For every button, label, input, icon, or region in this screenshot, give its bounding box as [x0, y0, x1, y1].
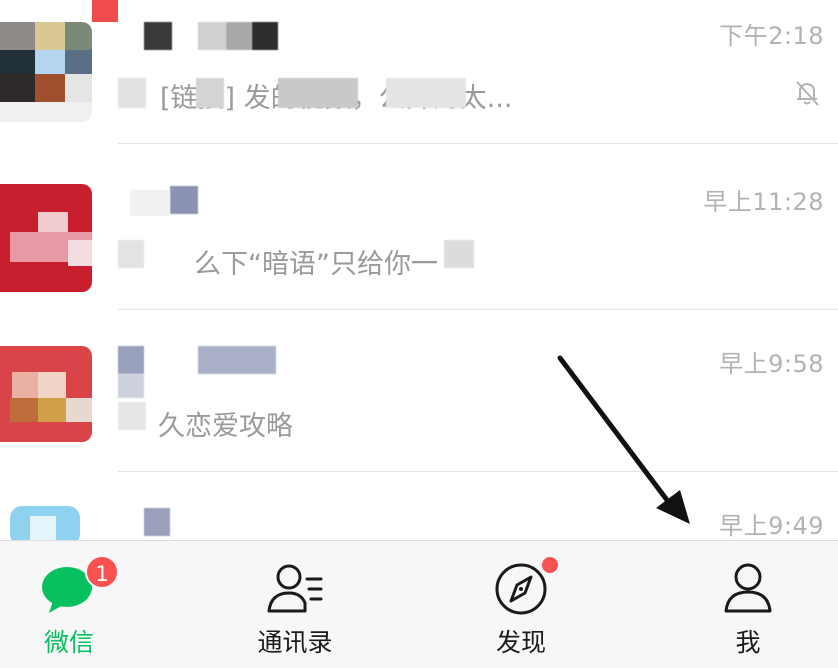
tab-me[interactable]: 我	[668, 541, 828, 668]
avatar	[0, 346, 92, 442]
redacted-block	[386, 78, 466, 108]
chat-row[interactable]: 早上9:49	[0, 472, 838, 540]
message-preview: 么下“暗语”只给你一	[194, 249, 438, 280]
avatar	[0, 22, 92, 122]
redacted-block	[118, 78, 146, 108]
message-time: 早上9:49	[719, 512, 824, 540]
divider	[118, 143, 838, 144]
chat-row[interactable]: 早上11:28 么下“暗语”只给你一	[0, 148, 838, 310]
new-content-dot	[540, 555, 560, 575]
message-preview: 久恋爱攻略	[158, 411, 293, 442]
bottom-tab-bar: 1 微信 通讯录 发现 我	[0, 540, 838, 668]
redacted-block	[278, 78, 358, 108]
chat-row[interactable]: 早上9:58 久恋爱攻略	[0, 310, 838, 472]
avatar	[0, 184, 92, 292]
tab-label: 发现	[495, 628, 546, 657]
message-time: 下午2:18	[719, 22, 824, 50]
tab-label: 微信	[43, 628, 94, 657]
avatar	[0, 506, 92, 540]
redacted-block	[118, 402, 146, 430]
redacted-block	[444, 240, 474, 268]
redacted-block	[118, 240, 144, 268]
tab-contacts[interactable]: 通讯录	[215, 541, 375, 668]
unread-badge: 1	[85, 555, 119, 589]
redacted-block	[196, 78, 224, 108]
contacts-icon	[267, 564, 323, 613]
tab-label: 我	[735, 628, 761, 657]
message-time: 早上9:58	[719, 350, 824, 378]
chat-row[interactable]: 下午2:18 [链接] 发的视频，公开的太...	[0, 0, 838, 144]
chat-list: 下午2:18 [链接] 发的视频，公开的太... 早上11:28 么下“暗语”只…	[0, 0, 838, 540]
message-time: 早上11:28	[703, 188, 824, 216]
person-icon	[724, 563, 772, 613]
tab-label: 通讯录	[257, 628, 333, 657]
tab-discover[interactable]: 发现	[441, 541, 601, 668]
tab-chats[interactable]: 1 微信	[0, 541, 149, 668]
mute-bell-icon	[796, 81, 819, 106]
